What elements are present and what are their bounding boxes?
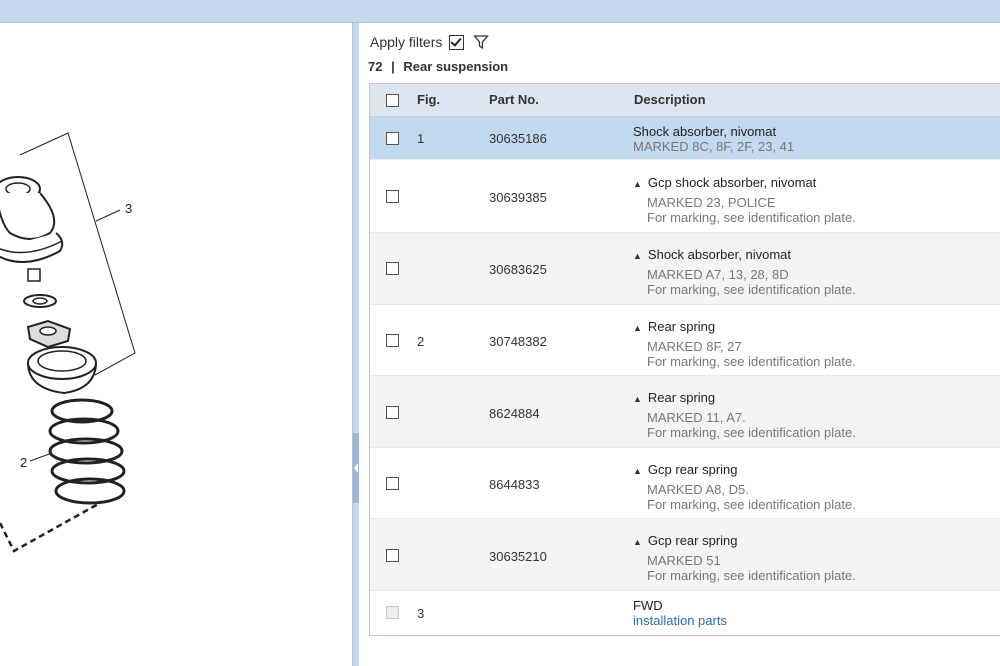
row-description-text: Gcp rear spring	[647, 462, 738, 477]
collapse-triangle-icon[interactable]: ▲	[633, 179, 642, 189]
parts-diagram-pane: 3 2	[0, 23, 352, 666]
row-description[interactable]: ▲ Gcp shock absorber, nivomat	[633, 175, 816, 190]
row-fig: 3	[417, 606, 425, 621]
apply-filters-label: Apply filters	[370, 34, 443, 50]
section-separator: |	[391, 59, 395, 74]
row-note: For marking, see identification plate.	[647, 354, 856, 369]
row-checkbox[interactable]	[386, 132, 399, 145]
row-marking: MARKED 23, POLICE	[647, 195, 776, 210]
row-description: Shock absorber, nivomat	[633, 124, 777, 139]
row-checkbox[interactable]	[386, 334, 399, 347]
collapse-triangle-icon[interactable]: ▲	[633, 251, 642, 261]
callout-2[interactable]: 2	[20, 455, 27, 470]
row-checkbox-disabled	[386, 606, 399, 619]
table-row[interactable]: 2 30748382 ▲ Rear spring MARKED 8F, 27 Fo…	[370, 305, 1000, 376]
top-bar	[0, 0, 1000, 23]
section-heading: 72 | Rear suspension	[368, 59, 508, 74]
select-all-checkbox[interactable]	[386, 94, 399, 107]
table-row[interactable]: 3 FWD installation parts	[370, 591, 1000, 635]
col-header-fig[interactable]: Fig.	[417, 92, 440, 107]
collapse-arrow-icon[interactable]	[354, 463, 358, 473]
row-part-no: 30748382	[489, 334, 547, 349]
row-description-text: Rear spring	[647, 390, 716, 405]
row-note: For marking, see identification plate.	[647, 282, 856, 297]
row-description-text: Rear spring	[647, 319, 716, 334]
pane-splitter[interactable]	[352, 23, 359, 666]
row-note: For marking, see identification plate.	[647, 425, 856, 440]
table-header: Fig. Part No. Description	[370, 84, 1000, 117]
row-marking: MARKED 11, A7.	[647, 410, 746, 425]
row-description[interactable]: ▲ Gcp rear spring	[633, 462, 738, 477]
row-part-no: 8624884	[489, 406, 540, 421]
col-header-part-no[interactable]: Part No.	[489, 92, 539, 107]
col-header-description[interactable]: Description	[634, 92, 706, 107]
parts-table: Fig. Part No. Description 1 30635186 Sho…	[369, 83, 1000, 636]
table-row[interactable]: 8644833 ▲ Gcp rear spring MARKED A8, D5. …	[370, 448, 1000, 519]
table-row[interactable]: 30683625 ▲ Shock absorber, nivomat MARKED…	[370, 233, 1000, 305]
section-title: Rear suspension	[403, 59, 509, 74]
row-part-no: 30639385	[489, 190, 547, 205]
row-part-no: 30683625	[489, 262, 547, 277]
row-checkbox[interactable]	[386, 549, 399, 562]
row-description: FWD	[633, 598, 663, 613]
suspension-diagram[interactable]	[0, 23, 352, 666]
row-description-text: Gcp shock absorber, nivomat	[647, 175, 817, 190]
row-fig: 1	[417, 131, 425, 146]
table-row[interactable]: 1 30635186 Shock absorber, nivomat MARKE…	[370, 117, 1000, 160]
row-marking: MARKED 8F, 27	[647, 339, 742, 354]
row-description[interactable]: ▲ Gcp rear spring	[633, 533, 738, 548]
row-fig: 2	[417, 334, 425, 349]
row-description-text: Gcp rear spring	[647, 533, 738, 548]
table-row[interactable]: 8624884 ▲ Rear spring MARKED 11, A7. For …	[370, 376, 1000, 448]
table-row[interactable]: 30639385 ▲ Gcp shock absorber, nivomat MA…	[370, 160, 1000, 233]
row-marking: MARKED A7, 13, 28, 8D	[647, 267, 789, 282]
table-row[interactable]: 30635210 ▲ Gcp rear spring MARKED 51 For …	[370, 519, 1000, 591]
installation-parts-link[interactable]: installation parts	[633, 613, 727, 628]
row-marking: MARKED 8C, 8F, 2F, 23, 41	[633, 139, 795, 154]
collapse-triangle-icon[interactable]: ▲	[633, 466, 642, 476]
row-description-text: Shock absorber, nivomat	[647, 247, 791, 262]
row-marking: MARKED 51	[647, 553, 721, 568]
row-checkbox[interactable]	[386, 262, 399, 275]
row-note: For marking, see identification plate.	[647, 210, 856, 225]
apply-filters-checkbox[interactable]	[449, 34, 465, 50]
collapse-triangle-icon[interactable]: ▲	[633, 537, 642, 547]
parts-list-pane: Apply filters 72 | Rear suspension Fig. …	[359, 23, 1000, 666]
collapse-triangle-icon[interactable]: ▲	[633, 394, 642, 404]
row-note: For marking, see identification plate.	[647, 568, 856, 583]
row-checkbox[interactable]	[386, 190, 399, 203]
row-checkbox[interactable]	[386, 406, 399, 419]
row-note: For marking, see identification plate.	[647, 497, 856, 512]
row-part-no: 30635186	[489, 131, 547, 146]
row-description[interactable]: ▲ Rear spring	[633, 319, 715, 334]
row-description[interactable]: ▲ Shock absorber, nivomat	[633, 247, 791, 262]
row-part-no: 8644833	[489, 477, 540, 492]
row-checkbox[interactable]	[386, 477, 399, 490]
filter-funnel-icon[interactable]	[473, 34, 490, 50]
row-marking: MARKED A8, D5.	[647, 482, 749, 497]
section-number: 72	[368, 59, 383, 74]
row-part-no: 30635210	[489, 549, 547, 564]
callout-3[interactable]: 3	[125, 201, 132, 216]
apply-filters-control[interactable]: Apply filters	[370, 33, 490, 51]
collapse-triangle-icon[interactable]: ▲	[633, 323, 642, 333]
row-description[interactable]: ▲ Rear spring	[633, 390, 715, 405]
